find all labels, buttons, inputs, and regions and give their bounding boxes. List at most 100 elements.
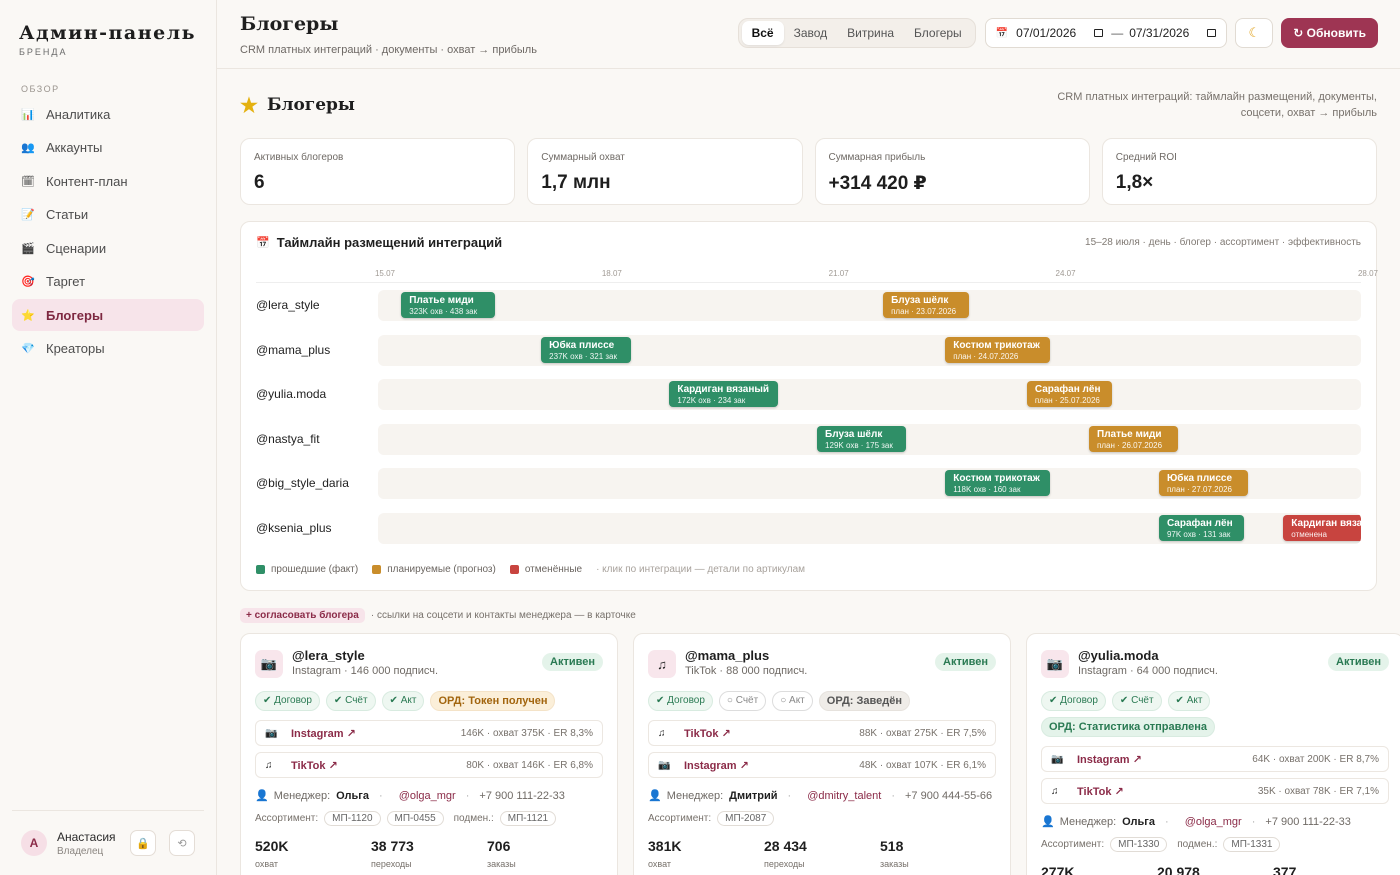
social-icon: ♫ [1051, 785, 1059, 797]
calendar-picker-icon[interactable] [1094, 29, 1104, 37]
blogger-handle[interactable]: @yulia.moda [1078, 648, 1218, 663]
manager-phone: +7 900 111-22-33 [479, 789, 565, 802]
integration-bar[interactable]: Блуза шёлк план · 23.07.2026 [883, 292, 969, 318]
blogger-card[interactable]: 📷 @lera_style Instagram · 146 000 подписч.… [240, 633, 618, 875]
date-range-picker[interactable]: 📅 07/01/2026 — 07/31/2026 [984, 18, 1228, 48]
social-link-row[interactable]: 📷 Instagram ↗ 146K · охват 375K · ER 8,3% [255, 720, 603, 746]
blogger-card[interactable]: 📷 @yulia.moda Instagram · 64 000 подписч. А… [1026, 633, 1400, 875]
blogger-card[interactable]: ♫ @mama_plus TikTok · 88 000 подписч. Актив… [633, 633, 1011, 875]
blogger-handle[interactable]: @lera_style [292, 648, 438, 663]
date-from[interactable]: 07/01/2026 [1016, 26, 1076, 40]
date-to[interactable]: 07/31/2026 [1129, 26, 1189, 40]
manager-handle[interactable]: @olga_mgr [1185, 816, 1242, 828]
social-links: 📷 Instagram ↗ 146K · охват 375K · ER 8,3% ♫… [255, 720, 603, 778]
segment-3[interactable]: Блогеры [904, 21, 972, 45]
document-chip[interactable]: ✔ Акт [381, 691, 425, 711]
stat-value: 381K [648, 838, 682, 854]
document-chip[interactable]: ✔ Счёт [1111, 691, 1162, 711]
manager-handle[interactable]: @dmitry_talent [807, 790, 881, 802]
assortment-row: Ассортимент: МП-1120 МП-0455 подмен.: МП-112… [255, 811, 603, 826]
avatar[interactable]: А [21, 830, 47, 856]
timeline-blogger-name: @yulia.moda [256, 387, 327, 402]
kpi-card: Активных блогеров 6 [240, 138, 516, 205]
social-icon: 📷 [265, 727, 278, 739]
blogger-handle[interactable]: @mama_plus [685, 648, 807, 663]
refresh-button[interactable]: ↻ Обновить [1281, 18, 1378, 48]
sidebar-item-5[interactable]: 🎯 Таргет [12, 266, 204, 298]
document-chip[interactable]: ○ Акт [772, 691, 813, 711]
segment-2[interactable]: Витрина [837, 21, 904, 45]
sidebar-item-7[interactable]: 💎 Креаторы [12, 333, 204, 365]
segment-1[interactable]: Завод [784, 21, 838, 45]
axis-tick-label: 28.07 [1357, 269, 1379, 278]
integration-bar[interactable]: Юбка плиссе план · 27.07.2026 [1158, 470, 1249, 496]
social-link-row[interactable]: ♫ TikTok ↗ 35K · охват 78K · ER 7,1% [1041, 778, 1389, 804]
document-chip[interactable]: ✔ Договор [255, 691, 320, 711]
document-chip[interactable]: ОРД: Заведён [818, 691, 911, 711]
sidebar-item-1[interactable]: 👥 Аккаунты [12, 132, 204, 164]
document-chip[interactable]: ✔ Счёт [325, 691, 376, 711]
manager-handle[interactable]: @olga_mgr [399, 790, 456, 802]
integration-bar[interactable]: Кардиган вязаныйотменена [1283, 514, 1361, 541]
calendar-icon: 📅 [995, 27, 1009, 39]
social-link-row[interactable]: ♫ TikTok ↗ 88K · охват 275K · ER 7,5% [648, 720, 996, 746]
integration-bar[interactable]: Юбка плиссе 237K охв · 321 зак [541, 336, 631, 363]
integration-bar-subtitle: 172K охв · 234 зак [677, 396, 746, 405]
social-link[interactable]: TikTok ↗ [684, 727, 731, 740]
user-meta: Анастасия Владелец [57, 830, 117, 857]
stat-value: 518 [880, 838, 904, 854]
calendar-picker-icon[interactable] [1207, 29, 1217, 37]
assortment-tag[interactable]: МП-0455 [386, 811, 444, 826]
document-chip[interactable]: ✔ Договор [1041, 691, 1106, 711]
social-link[interactable]: Instagram ↗ [1077, 753, 1142, 766]
integration-bar-title: Платье миди [1097, 428, 1162, 440]
document-chip[interactable]: ✔ Акт [1167, 691, 1211, 711]
integration-bar[interactable]: Кардиган вязаный 172K охв · 234 зак [669, 381, 779, 407]
document-chip[interactable]: ✔ Договор [648, 691, 713, 711]
document-chip[interactable]: ○ Счёт [718, 691, 767, 711]
social-link-row[interactable]: 📷 Instagram ↗ 64K · охват 200K · ER 8,7% [1041, 746, 1389, 772]
blogger-cards: 📷 @lera_style Instagram · 146 000 подписч.… [240, 633, 1400, 875]
social-link[interactable]: TikTok ↗ [291, 759, 338, 772]
sidebar-item-4[interactable]: 🎬 Сценарии [12, 232, 204, 264]
kpi-card: Суммарная прибыль +314 420 ₽ [814, 138, 1090, 205]
lock-icon[interactable]: 🔒 [130, 830, 156, 856]
social-link[interactable]: TikTok ↗ [1077, 785, 1124, 798]
assortment-tag[interactable]: МП-1330 [1110, 837, 1168, 852]
kpi-value: 6 [254, 172, 265, 193]
theme-toggle-moon-icon[interactable]: ☾ [1235, 18, 1274, 48]
document-chip[interactable]: ОРД: Токен получен [430, 691, 556, 711]
person-icon: 👤 [1041, 816, 1055, 828]
nav-item-icon: 📝 [21, 209, 35, 221]
blogger-subscribers: TikTok · 88 000 подписч. [685, 665, 808, 677]
social-link-row[interactable]: ♫ TikTok ↗ 80K · охват 146K · ER 6,8% [255, 752, 603, 778]
social-link[interactable]: Instagram ↗ [291, 727, 356, 740]
integration-bar[interactable]: Платье миди 323K охв · 438 зак [401, 292, 495, 318]
integration-bar[interactable]: Сарафан лён план · 25.07.2026 [1026, 381, 1113, 407]
substitute-tag[interactable]: МП-1121 [499, 811, 557, 826]
timeline-row: @mama_plus Юбка плиссе 237K охв · 321 зак К… [256, 328, 1361, 373]
social-link[interactable]: Instagram ↗ [684, 759, 749, 772]
substitute-tag[interactable]: МП-1331 [1223, 837, 1281, 852]
document-chip[interactable]: ОРД: Статистика отправлена [1041, 717, 1215, 737]
social-link-row[interactable]: 📷 Instagram ↗ 48K · охват 107K · ER 6,1% [648, 752, 996, 778]
segment-0[interactable]: Всё [741, 21, 784, 45]
stat: 518 заказы [880, 838, 996, 869]
integration-bar[interactable]: Платье миди план · 26.07.2026 [1089, 425, 1179, 452]
integration-bar[interactable]: Костюм трикотаж план · 24.07.2026 [945, 336, 1051, 363]
assortment-tag[interactable]: МП-2087 [717, 811, 775, 826]
sidebar-item-6[interactable]: ⭐ Блогеры [12, 299, 204, 331]
assortment-tag[interactable]: МП-1120 [324, 811, 381, 826]
integration-bar[interactable]: Сарафан лён 97K охв · 131 зак [1158, 514, 1245, 541]
legend-swatch [372, 565, 382, 574]
logout-icon[interactable]: ⟲ [169, 830, 195, 856]
nav-item-icon: 💎 [21, 343, 35, 355]
integration-bar[interactable]: Блуза шёлк 129K охв · 175 зак [817, 425, 907, 452]
integration-bar[interactable]: Костюм трикотаж 118K охв · 160 зак [945, 470, 1051, 496]
sidebar-item-2[interactable]: 🗓 Контент-план [12, 165, 204, 197]
sidebar-item-0[interactable]: 📊 Аналитика [12, 98, 204, 130]
nav-item-icon: ⭐ [21, 309, 35, 322]
approve-blogger-button[interactable]: + согласовать блогера [240, 608, 365, 623]
stat: 20 978переходы [1157, 864, 1273, 875]
sidebar-item-3[interactable]: 📝 Статьи [12, 199, 204, 231]
